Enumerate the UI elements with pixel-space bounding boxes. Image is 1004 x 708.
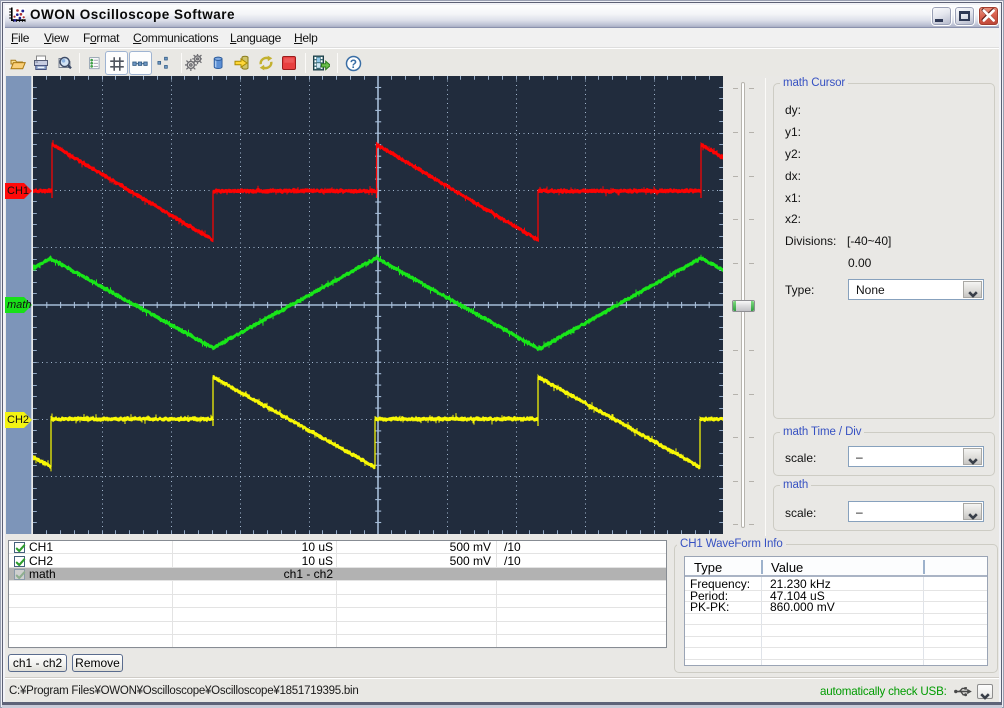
svg-text:?: ? [350,58,357,71]
